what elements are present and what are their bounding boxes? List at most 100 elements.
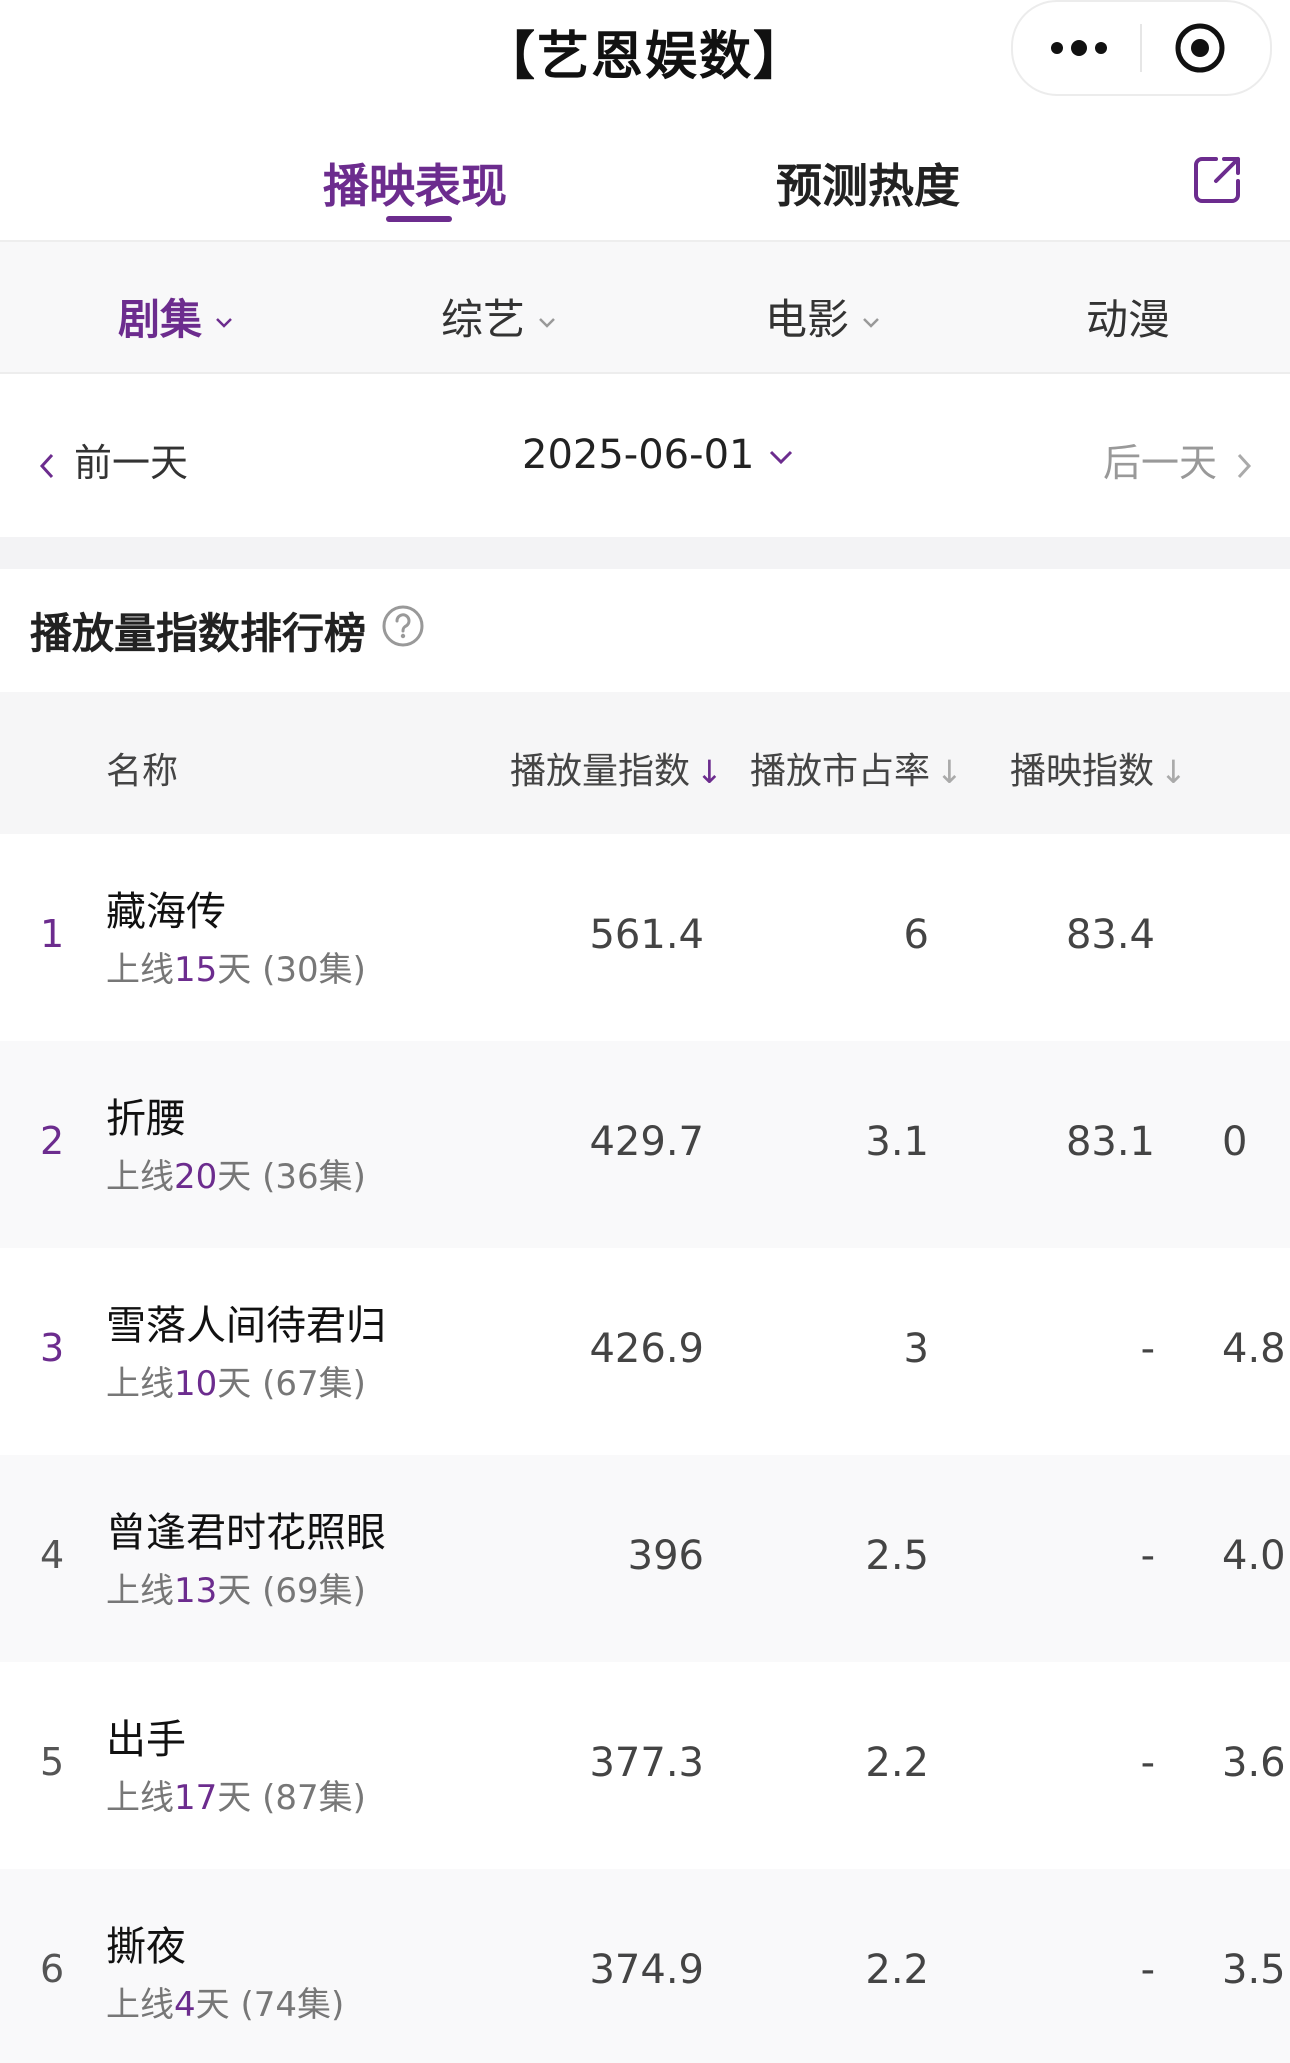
category-variety[interactable]: 综艺 — [441, 286, 557, 347]
show-title: 出手 — [106, 1717, 186, 1763]
close-target-icon[interactable] — [1174, 22, 1226, 74]
col-broadcast-index[interactable]: 播映指数 ↓ — [1010, 742, 1187, 794]
meta-suffix: 天 (69集) — [217, 1571, 366, 1611]
rank-number: 6 — [40, 1947, 65, 1991]
days-online: 13 — [174, 1571, 218, 1611]
market-share-value: 3 — [903, 1326, 929, 1372]
col-play-index[interactable]: 播放量指数 ↓ — [510, 742, 723, 794]
meta-prefix: 上线 — [106, 1571, 174, 1611]
show-meta: 上线20天 (36集) — [106, 1149, 366, 1198]
section-gap — [0, 537, 1290, 569]
days-online: 20 — [174, 1157, 218, 1197]
play-index-value: 396 — [627, 1533, 704, 1579]
extra-column-value: 3.5 — [1222, 1947, 1286, 1993]
show-meta: 上线15天 (30集) — [106, 942, 366, 991]
chevron-right-icon — [1237, 453, 1252, 478]
rank-number: 1 — [40, 912, 65, 956]
tab-broadcast-performance[interactable]: 播映表现 — [323, 150, 507, 216]
show-meta: 上线13天 (69集) — [106, 1563, 366, 1612]
play-index-value: 561.4 — [589, 912, 704, 958]
table-row[interactable]: 4 曾逢君时花照眼 上线13天 (69集) 396 2.5 - 4.0 — [0, 1455, 1290, 1662]
col-play-index-label: 播放量指数 — [510, 751, 691, 792]
sort-down-icon: ↓ — [1160, 753, 1187, 791]
ranking-title: 播放量指数排行榜 — [30, 609, 367, 658]
share-icon[interactable] — [1190, 153, 1244, 207]
meta-suffix: 天 (67集) — [217, 1364, 366, 1404]
more-icon[interactable] — [1049, 28, 1109, 68]
extra-column-value: 4.0 — [1222, 1533, 1286, 1579]
meta-suffix: 天 (30集) — [217, 950, 366, 990]
meta-prefix: 上线 — [106, 1778, 174, 1818]
rank-number: 3 — [40, 1326, 65, 1370]
chevron-left-icon — [39, 453, 54, 478]
table-row[interactable]: 1 藏海传 上线15天 (30集) 561.4 6 83.4 — [0, 834, 1290, 1041]
broadcast-index-value: - — [1140, 1947, 1155, 1993]
date-picker[interactable]: 2025-06-01 — [522, 432, 796, 478]
meta-suffix: 天 (36集) — [217, 1157, 366, 1197]
days-online: 10 — [174, 1364, 218, 1404]
chevron-down-icon — [863, 317, 879, 328]
show-title: 折腰 — [106, 1096, 186, 1142]
show-meta: 上线10天 (67集) — [106, 1356, 366, 1405]
category-drama[interactable]: 剧集 — [118, 286, 234, 347]
days-online: 4 — [174, 1985, 196, 2025]
chevron-down-icon — [539, 317, 555, 328]
category-anime[interactable]: 动漫 — [1086, 286, 1170, 347]
broadcast-index-value: - — [1140, 1326, 1155, 1372]
broadcast-index-value: 83.1 — [1065, 1119, 1155, 1165]
broadcast-index-value: - — [1140, 1740, 1155, 1786]
rank-number: 2 — [40, 1119, 65, 1163]
table-row[interactable]: 6 撕夜 上线4天 (74集) 374.9 2.2 - 3.5 — [0, 1869, 1290, 2063]
show-title: 撕夜 — [106, 1924, 186, 1970]
market-share-value: 2.5 — [865, 1533, 929, 1579]
category-variety-label: 综艺 — [441, 295, 526, 344]
meta-prefix: 上线 — [106, 950, 174, 990]
extra-column-value: 4.8 — [1222, 1326, 1286, 1372]
broadcast-index-value: 83.4 — [1065, 912, 1155, 958]
prev-day-button[interactable]: 前一天 — [36, 432, 188, 487]
next-day-label: 后一天 — [1103, 441, 1218, 485]
days-online: 15 — [174, 950, 218, 990]
current-date: 2025-06-01 — [522, 432, 755, 478]
broadcast-index-value: - — [1140, 1533, 1155, 1579]
table-row[interactable]: 3 雪落人间待君归 上线10天 (67集) 426.9 3 - 4.8 — [0, 1248, 1290, 1455]
rank-number: 5 — [40, 1740, 65, 1784]
col-market-share[interactable]: 播放市占率 ↓ — [750, 742, 963, 794]
help-icon[interactable] — [381, 604, 425, 648]
category-movie[interactable]: 电影 — [765, 286, 881, 347]
capsule-divider — [1140, 24, 1142, 72]
table-row[interactable]: 2 折腰 上线20天 (36集) 429.7 3.1 83.1 0 — [0, 1041, 1290, 1248]
extra-column-value: 3.6 — [1222, 1740, 1286, 1786]
active-tab-indicator — [386, 216, 452, 222]
show-title: 雪落人间待君归 — [106, 1303, 386, 1349]
show-title: 曾逢君时花照眼 — [106, 1510, 386, 1556]
sort-down-icon: ↓ — [936, 753, 963, 791]
meta-prefix: 上线 — [106, 1364, 174, 1404]
meta-prefix: 上线 — [106, 1985, 174, 2025]
play-index-value: 374.9 — [589, 1947, 704, 1993]
market-share-value: 2.2 — [865, 1740, 929, 1786]
category-bar: 剧集 综艺 电影 动漫 — [0, 242, 1290, 372]
market-share-value: 3.1 — [865, 1119, 929, 1165]
chevron-down-icon — [770, 450, 793, 465]
table-row[interactable]: 5 出手 上线17天 (87集) 377.3 2.2 - 3.6 — [0, 1662, 1290, 1869]
col-broadcast-index-label: 播映指数 — [1010, 751, 1155, 792]
prev-day-label: 前一天 — [74, 441, 189, 485]
category-movie-label: 电影 — [765, 295, 850, 344]
play-index-value: 377.3 — [589, 1740, 704, 1786]
market-share-value: 2.2 — [865, 1947, 929, 1993]
show-meta: 上线17天 (87集) — [106, 1770, 366, 1819]
col-market-share-label: 播放市占率 — [750, 751, 931, 792]
chevron-down-icon — [216, 317, 232, 328]
days-online: 17 — [174, 1778, 218, 1818]
category-anime-label: 动漫 — [1086, 295, 1171, 344]
table-header: 名称 播放量指数 ↓ 播放市占率 ↓ 播映指数 ↓ — [0, 692, 1290, 834]
extra-column-value: 0 — [1222, 1119, 1248, 1165]
sort-down-icon: ↓ — [696, 753, 723, 791]
show-meta: 上线4天 (74集) — [106, 1977, 344, 2026]
play-index-value: 426.9 — [589, 1326, 704, 1372]
miniprogram-capsule — [1011, 0, 1272, 96]
tab-forecast-heat[interactable]: 预测热度 — [776, 150, 960, 216]
next-day-button[interactable]: 后一天 — [1103, 432, 1255, 487]
market-share-value: 6 — [903, 912, 929, 958]
